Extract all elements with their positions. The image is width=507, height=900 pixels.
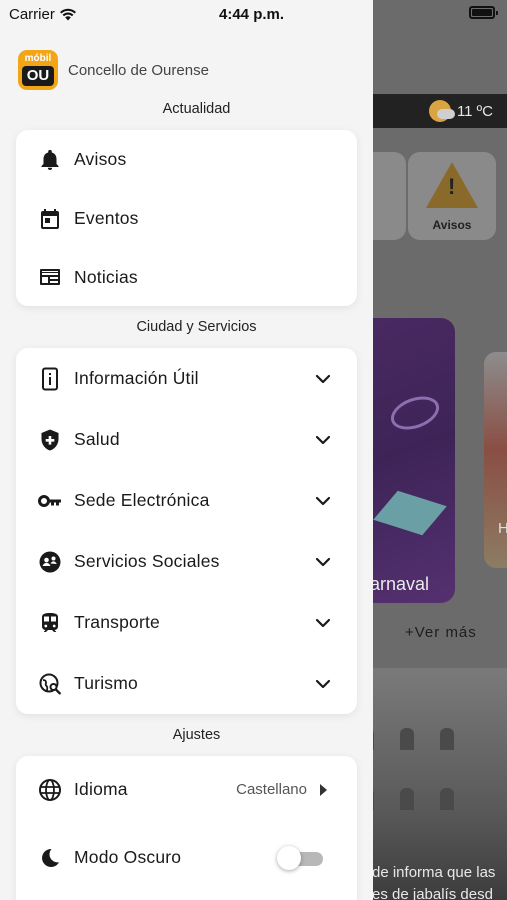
status-bar: Carrier 4:44 p.m. [0, 0, 373, 28]
dark-mode-toggle[interactable] [277, 845, 323, 870]
chevron-down-icon [315, 496, 331, 505]
menu-item-sede-electronica[interactable]: Sede Electrónica [16, 470, 357, 531]
newspaper-icon [37, 264, 63, 290]
train-icon [37, 610, 63, 636]
brand-header: móbil OU Concello de Ourense [18, 50, 209, 90]
menu-item-avisos[interactable]: Avisos [16, 130, 357, 189]
weather-temperature: 11 ºC [456, 102, 493, 120]
menu-item-label: Idioma [74, 779, 128, 799]
travel-explore-icon [37, 671, 63, 697]
calendar-icon [37, 206, 63, 232]
menu-item-label: Sede Electrónica [74, 490, 210, 510]
background-event-card: H [484, 352, 507, 568]
section-title-actualidad: Actualidad [162, 101, 231, 117]
app-logo: móbil OU [18, 50, 58, 90]
menu-item-idioma[interactable]: Idioma Castellano [16, 756, 357, 823]
section-title-ajustes: Ajustes [172, 727, 221, 743]
menu-item-label: Turismo [74, 673, 138, 693]
actualidad-card: Avisos Eventos Noticias [16, 130, 357, 306]
chevron-down-icon [315, 435, 331, 444]
moon-icon [37, 845, 63, 871]
background-event-card-label: H [498, 520, 507, 537]
language-value: Castellano [236, 781, 307, 798]
menu-item-label: Modo Oscuro [74, 847, 182, 867]
wifi-icon [59, 8, 76, 21]
ciudad-servicios-card: Información Útil Salud Sede Electrónica … [16, 348, 357, 714]
menu-item-salud[interactable]: Salud [16, 409, 357, 470]
menu-item-label: Avisos [74, 149, 127, 169]
chevron-right-icon [320, 783, 327, 796]
chevron-down-icon [315, 618, 331, 627]
info-icon [37, 366, 63, 392]
menu-item-label: Noticias [74, 266, 138, 287]
carrier-label: Carrier [9, 6, 55, 23]
navigation-drawer: Carrier 4:44 p.m. móbil OU Concello de O… [0, 0, 373, 900]
chevron-down-icon [315, 557, 331, 566]
background-carnaval-label: arnaval [370, 574, 430, 594]
health-shield-icon [37, 427, 63, 453]
menu-item-label: Salud [74, 429, 120, 449]
background-tile-label: Avisos [432, 218, 472, 232]
menu-item-label: Transporte [74, 612, 160, 632]
menu-item-label: Servicios Sociales [74, 551, 220, 571]
chevron-down-icon [315, 374, 331, 383]
key-icon [37, 488, 63, 514]
background-avisos-tile: ! Avisos [408, 152, 496, 240]
social-services-icon [37, 549, 63, 575]
background-weather: 11 ºC [428, 100, 493, 122]
section-title-ciudad-servicios: Ciudad y Servicios [136, 319, 257, 335]
menu-item-label: Eventos [74, 208, 139, 228]
battery-icon [469, 6, 498, 19]
bell-icon [37, 147, 63, 173]
weather-partly-cloudy-icon [428, 100, 455, 122]
status-time: 4:44 p.m. [219, 6, 285, 23]
ajustes-card: Idioma Castellano Modo Oscuro [16, 756, 357, 900]
menu-item-label: Información Útil [74, 368, 199, 388]
background-ver-mas-link: +Ver más [405, 624, 477, 641]
background-news-text: de informa que las es de jabalís desd [372, 864, 496, 900]
menu-item-modo-oscuro: Modo Oscuro [16, 823, 357, 892]
menu-item-servicios-sociales[interactable]: Servicios Sociales [16, 531, 357, 592]
menu-item-turismo[interactable]: Turismo [16, 653, 357, 714]
menu-item-eventos[interactable]: Eventos [16, 189, 357, 248]
chevron-down-icon [315, 679, 331, 688]
menu-item-informacion-util[interactable]: Información Útil [16, 348, 357, 409]
menu-item-noticias[interactable]: Noticias [16, 248, 357, 306]
brand-name: Concello de Ourense [68, 61, 209, 79]
globe-icon [37, 777, 63, 803]
menu-item-transporte[interactable]: Transporte [16, 592, 357, 653]
